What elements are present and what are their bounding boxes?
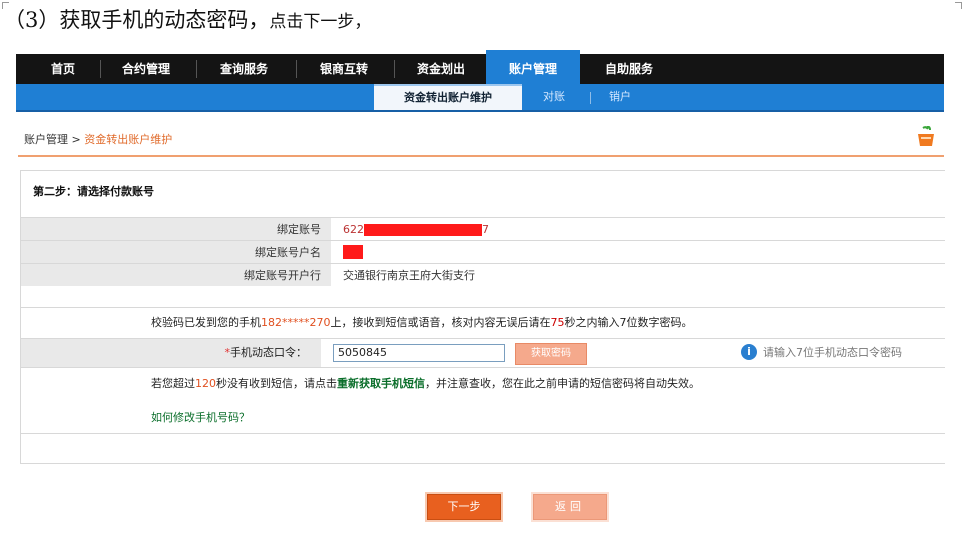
nav-separator xyxy=(196,60,197,78)
nav-item-contract[interactable]: 合约管理 xyxy=(108,54,184,84)
notice-part1: 若您超过 xyxy=(151,377,195,390)
step-title: 第二步：请选择付款账号 xyxy=(33,185,154,198)
table-row: 绑定账号 622 7 xyxy=(21,217,945,241)
tab-close-account[interactable]: 销户 xyxy=(600,84,640,110)
table-row: 绑定账号户名 xyxy=(21,240,945,264)
opening-branch-label: 绑定账号开户行 xyxy=(21,263,331,286)
account-holder-value xyxy=(331,240,945,264)
nav-separator xyxy=(296,60,297,78)
breadcrumb-separator: > xyxy=(71,133,81,146)
notice-part3: ，并注意查收，您在此之前申请的短信密码将自动失效。 xyxy=(425,377,700,390)
corner-mark-right xyxy=(955,2,962,9)
tab-fund-out-account[interactable]: 资金转出账户维护 xyxy=(374,84,522,110)
resend-notice: 若您超过120秒没有收到短信，请点击重新获取手机短信，并注意查收，您在此之前申请… xyxy=(151,375,700,391)
otp-row: *手机动态口令： 获取密码 i 请输入7位手机动态口令密码 xyxy=(21,338,945,368)
otp-hint: 请输入7位手机动态口令密码 xyxy=(763,346,902,359)
otp-label-text: 手机动态口令： xyxy=(230,346,307,359)
code-sent-message: 校验码已发到您的手机182*****270上，接收到短信或语音，核对内容无误后请… xyxy=(21,307,945,338)
breadcrumb-divider xyxy=(18,155,944,157)
breadcrumb-current: 资金转出账户维护 xyxy=(84,133,173,146)
otp-input[interactable] xyxy=(333,344,505,362)
otp-label: *手机动态口令： xyxy=(21,339,321,367)
sub-nav: 资金转出账户维护 对账 销户 xyxy=(16,84,944,112)
account-info-table: 绑定账号 622 7 绑定账号户名 绑定账号开户行 交通银行南京王府大街支行 xyxy=(21,217,945,286)
redaction-mark xyxy=(364,223,482,236)
shopping-cart-icon[interactable] xyxy=(916,126,936,148)
nav-separator xyxy=(100,60,101,78)
panel-divider xyxy=(21,433,945,434)
nav-item-account[interactable]: 账户管理 xyxy=(486,50,580,84)
table-row: 绑定账号开户行 交通银行南京王府大街支行 xyxy=(21,263,945,286)
breadcrumb-root[interactable]: 账户管理 xyxy=(24,133,68,146)
nav-item-self-service[interactable]: 自助服务 xyxy=(586,54,672,84)
account-number-suffix: 7 xyxy=(482,222,489,236)
nav-item-fund-out[interactable]: 资金划出 xyxy=(402,54,480,84)
top-nav: 首页 合约管理 查询服务 银商互转 资金划出 账户管理 自助服务 xyxy=(16,50,944,84)
bound-account-label: 绑定账号 xyxy=(21,217,331,241)
account-number-prefix: 622 xyxy=(343,222,364,236)
redaction-mark xyxy=(343,245,363,259)
tab-separator xyxy=(590,92,591,104)
nav-item-home[interactable]: 首页 xyxy=(38,54,88,84)
instruction-suffix: 点击下一步， xyxy=(269,12,372,32)
next-step-button[interactable]: 下一步 xyxy=(427,494,501,520)
opening-branch-value: 交通银行南京王府大街支行 xyxy=(331,263,945,286)
instruction-text: （3）获取手机的动态密码，点击下一步， xyxy=(4,4,371,34)
notice-seconds: 120 xyxy=(195,377,216,390)
nav-item-bank-transfer[interactable]: 银商互转 xyxy=(304,54,384,84)
nav-separator xyxy=(394,60,395,78)
nav-item-query[interactable]: 查询服务 xyxy=(204,54,284,84)
masked-phone: 182*****270 xyxy=(261,316,331,329)
instruction-prefix: （3）获取手机的动态密码， xyxy=(4,8,270,32)
account-holder-label: 绑定账号户名 xyxy=(21,240,331,264)
tab-reconcile[interactable]: 对账 xyxy=(532,84,576,110)
bound-account-value: 622 7 xyxy=(331,217,945,241)
info-icon: i xyxy=(741,344,757,360)
countdown-seconds: 75 xyxy=(550,316,565,329)
resend-sms-link[interactable]: 重新获取手机短信 xyxy=(337,377,425,390)
sent-msg-part2: 上，接收到短信或语音，核对内容无误后请在 xyxy=(330,316,551,329)
get-code-button[interactable]: 获取密码 xyxy=(515,343,587,365)
breadcrumb: 账户管理 > 资金转出账户维护 xyxy=(24,131,172,147)
back-button[interactable]: 返回 xyxy=(533,494,607,520)
sent-msg-part1: 校验码已发到您的手机 xyxy=(151,316,261,329)
change-phone-link[interactable]: 如何修改手机号码？ xyxy=(151,409,250,425)
notice-part2: 秒没有收到短信，请点击 xyxy=(216,377,337,390)
sent-msg-part3: 秒之内输入7位数字密码。 xyxy=(564,316,693,329)
account-form-panel: 第二步：请选择付款账号 绑定账号 622 7 绑定账号户名 绑定账号开户行 交通银… xyxy=(20,170,945,464)
